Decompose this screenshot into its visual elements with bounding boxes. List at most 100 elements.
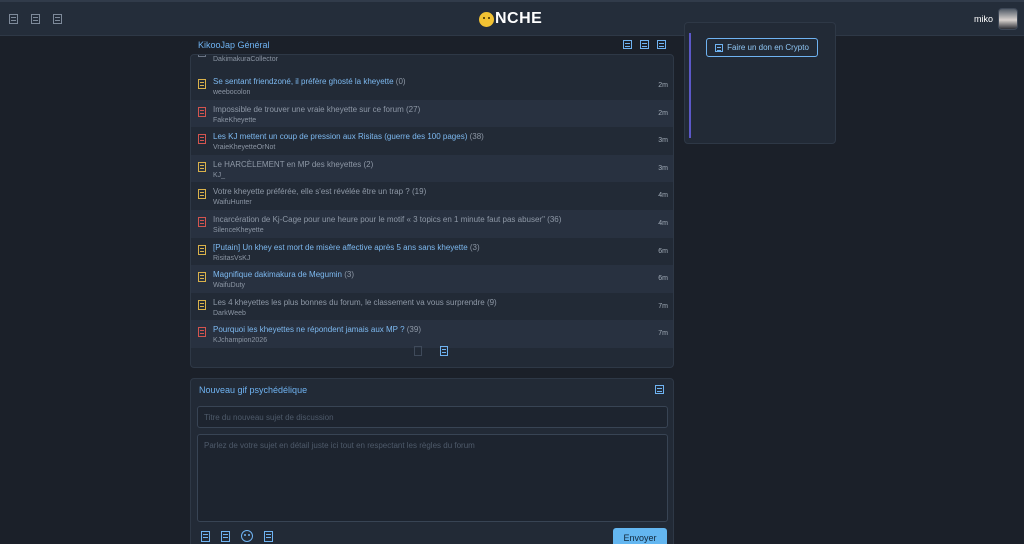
topic-row[interactable]: Les KJ mettent un coup de pression aux R… [191, 127, 673, 155]
topic-title[interactable]: Se sentant friendzoné, il préfère ghosté… [213, 77, 406, 86]
topic-author[interactable]: FakeKheyette [213, 117, 256, 124]
topic-title-text[interactable]: Le HARCÈLEMENT en MP des kheyettes [213, 160, 361, 169]
subject-input[interactable] [197, 406, 668, 428]
topic-reply-count: (19) [412, 187, 427, 197]
topic-reply-count: (2) [363, 159, 374, 169]
topic-reply-count: (3) [469, 242, 480, 252]
header-toolbar [9, 14, 62, 24]
gif-icon[interactable] [221, 530, 230, 542]
topic-row[interactable]: Incarcération de Kj-Cage pour une heure … [191, 210, 673, 238]
smiley-logo-icon [479, 11, 494, 27]
topic-row[interactable]: Magnifique dakimakura de Megumin (3) Waif… [191, 265, 673, 293]
site-logo[interactable]: NCHE [479, 11, 542, 27]
new-topic-panel: Nouveau gif psychédélique Envoyer [190, 378, 674, 544]
topic-row[interactable]: Impossible de trouver une vraie kheyette… [191, 99, 673, 128]
topic-title[interactable]: Pourquoi les kheyettes ne répondent jama… [213, 325, 421, 334]
topic-list: DakimakuraCollector Se sentant friendzon… [190, 54, 674, 368]
new-topic-title: Nouveau gif psychédélique [199, 385, 308, 395]
forum-panel: KikooJap Général DakimakuraCollector Se … [190, 36, 674, 368]
next-page-icon[interactable] [440, 346, 448, 356]
topic-row[interactable]: Le HARCÈLEMENT en MP des kheyettes (2) KJ… [191, 154, 673, 183]
upload-icon[interactable] [655, 385, 664, 394]
topic-time: 2m [658, 109, 668, 117]
topic-title[interactable]: Le HARCÈLEMENT en MP des kheyettes (2) [213, 160, 373, 169]
previous-page-icon [414, 346, 422, 356]
topic-title[interactable]: [Putain] Un khey est mort de misère affe… [213, 243, 480, 252]
topic-red-flag-icon [198, 134, 206, 145]
wallet-icon [715, 43, 724, 52]
avatar[interactable] [998, 8, 1018, 30]
topic-reply-count: (36) [547, 215, 562, 224]
topic-author[interactable]: DarkWeeb [213, 310, 246, 317]
topic-title-text[interactable]: Impossible de trouver une vraie kheyette… [213, 105, 404, 114]
sidebar: Faire un don en Crypto [684, 22, 836, 144]
refresh-icon[interactable] [623, 40, 632, 49]
topic-row[interactable]: Se sentant friendzoné, il préfère ghosté… [191, 72, 673, 100]
topic-row[interactable]: Les 4 kheyettes les plus bonnes du forum… [191, 293, 673, 321]
topic-reply-count: (27) [406, 104, 421, 114]
topic-author[interactable]: WaifuDuty [213, 282, 245, 289]
topic-title-text[interactable]: Pourquoi les kheyettes ne répondent jama… [213, 325, 405, 334]
list-icon[interactable] [31, 14, 40, 24]
sticker-icon[interactable] [264, 530, 273, 542]
topic-yellow-flag-icon [198, 299, 206, 310]
topic-yellow-flag-icon [198, 79, 206, 89]
topic-red-flag-icon [198, 106, 206, 117]
username[interactable]: miko [974, 14, 993, 24]
topic-time: 6m [658, 275, 668, 283]
topic-yellow-flag-icon [198, 244, 206, 255]
image-icon[interactable] [201, 530, 210, 542]
topic-time: 2m [658, 82, 668, 89]
sidebar-accent-line [689, 33, 691, 138]
topic-title[interactable]: Les 4 kheyettes les plus bonnes du forum… [213, 298, 497, 307]
topic-time: 7m [658, 330, 668, 338]
topic-title-text[interactable]: Magnifique dakimakura de Megumin [213, 270, 342, 279]
topic-time: 3m [658, 164, 668, 172]
send-button[interactable]: Envoyer [613, 528, 667, 544]
topic-reply-count: (3) [344, 270, 354, 280]
settings-icon[interactable] [657, 40, 666, 49]
topic-yellow-flag-icon [198, 161, 206, 172]
forum-title[interactable]: KikooJap Général [198, 40, 270, 50]
topic-red-flag-icon [198, 327, 206, 338]
user-menu[interactable]: miko [974, 8, 1018, 30]
topic-author[interactable]: SilenceKheyette [213, 227, 264, 234]
topic-row[interactable]: Votre kheyette préférée, elle s'est révé… [191, 182, 673, 210]
topic-time: 3m [658, 137, 668, 145]
topic-icon [198, 55, 206, 57]
topic-red-flag-icon [198, 217, 206, 227]
topic-title-text[interactable]: Se sentant friendzoné, il préfère ghosté… [213, 77, 394, 86]
topic-reply-count: (0) [395, 77, 406, 86]
message-textarea[interactable] [197, 434, 668, 522]
crypto-donate-label: Faire un don en Crypto [727, 43, 809, 52]
topic-title[interactable]: Votre kheyette préférée, elle s'est révé… [213, 187, 426, 196]
editor-toolbar [201, 530, 273, 542]
emoji-icon[interactable] [241, 530, 253, 542]
search-icon[interactable] [640, 40, 649, 49]
topic-title[interactable]: Impossible de trouver une vraie kheyette… [213, 105, 420, 114]
topic-author[interactable]: RisitasVsKJ [213, 255, 250, 262]
topic-title-text[interactable]: Les KJ mettent un coup de pression aux R… [213, 132, 467, 141]
topic-author[interactable]: weebocolon [213, 89, 250, 96]
topic-author[interactable]: VraieKheyetteOrNot [213, 144, 275, 151]
topic-author[interactable]: KJchampion2026 [213, 337, 267, 344]
menu-icon[interactable] [9, 14, 18, 24]
topic-title-text[interactable]: Les 4 kheyettes les plus bonnes du forum… [213, 298, 485, 307]
logo-text: NCHE [495, 10, 543, 27]
topic-title-text[interactable]: Incarcération de Kj-Cage pour une heure … [213, 215, 545, 224]
topic-reply-count: (9) [486, 297, 497, 307]
crypto-donate-button[interactable]: Faire un don en Crypto [706, 38, 818, 57]
topic-reply-count: (39) [406, 325, 421, 335]
topic-title-text[interactable]: Votre kheyette préférée, elle s'est révé… [213, 187, 410, 196]
grid-icon[interactable] [53, 14, 62, 24]
topic-row[interactable]: Pourquoi les kheyettes ne répondent jama… [191, 320, 673, 348]
topic-author[interactable]: DakimakuraCollector [213, 56, 278, 63]
topic-title[interactable]: Magnifique dakimakura de Megumin (3) [213, 270, 354, 279]
topic-author[interactable]: WaifuHunter [213, 199, 252, 206]
topic-time: 7m [658, 302, 668, 310]
topic-title[interactable]: Incarcération de Kj-Cage pour une heure … [213, 215, 561, 224]
topic-author[interactable]: KJ_ [213, 172, 225, 179]
topic-title-text[interactable]: [Putain] Un khey est mort de misère affe… [213, 243, 468, 252]
topic-title[interactable]: Les KJ mettent un coup de pression aux R… [213, 132, 484, 141]
topic-row[interactable]: [Putain] Un khey est mort de misère affe… [191, 238, 673, 266]
